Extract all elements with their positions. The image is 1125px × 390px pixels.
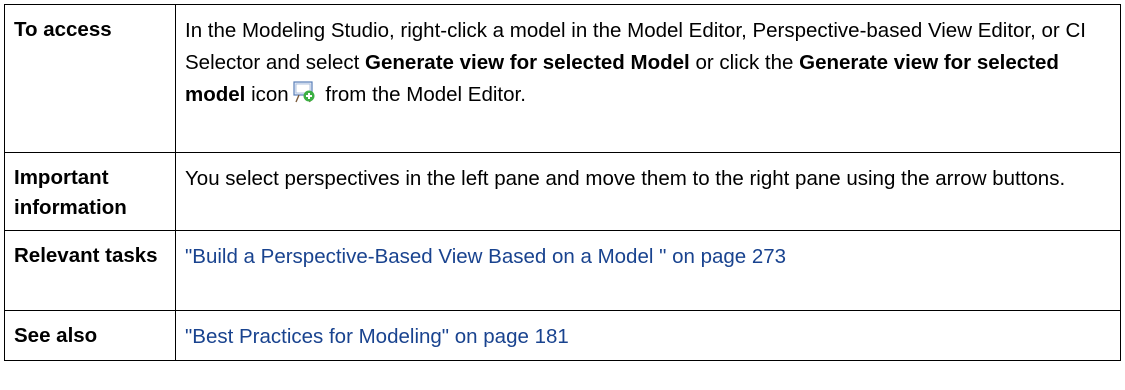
table-row: To access In the Modeling Studio, right-… bbox=[4, 4, 1121, 153]
access-text-4: from the Model Editor. bbox=[319, 83, 526, 106]
important-information-label: Important information bbox=[4, 152, 176, 231]
build-perspective-based-view-link[interactable]: "Build a Perspective-Based View Based on… bbox=[185, 245, 786, 268]
access-text-3: icon bbox=[245, 83, 289, 106]
table-row: Important information You select perspec… bbox=[4, 152, 1121, 231]
info-table: To access In the Modeling Studio, right-… bbox=[4, 4, 1121, 361]
see-also-cell: "Best Practices for Modeling" on page 18… bbox=[175, 310, 1121, 361]
best-practices-modeling-link[interactable]: "Best Practices for Modeling" on page 18… bbox=[185, 325, 569, 348]
generate-view-menu-item-name: Generate view for selected Model bbox=[365, 51, 690, 74]
to-access-description: In the Modeling Studio, right-click a mo… bbox=[175, 4, 1121, 153]
relevant-tasks-cell: "Build a Perspective-Based View Based on… bbox=[175, 230, 1121, 311]
access-text-2: or click the bbox=[689, 51, 800, 74]
generate-view-icon bbox=[292, 80, 316, 104]
table-row: See also "Best Practices for Modeling" o… bbox=[4, 310, 1121, 361]
to-access-label: To access bbox=[4, 4, 176, 153]
see-also-label: See also bbox=[4, 310, 176, 361]
relevant-tasks-label: Relevant tasks bbox=[4, 230, 176, 311]
important-information-text: You select perspectives in the left pane… bbox=[175, 152, 1121, 231]
table-row: Relevant tasks "Build a Perspective-Base… bbox=[4, 230, 1121, 311]
